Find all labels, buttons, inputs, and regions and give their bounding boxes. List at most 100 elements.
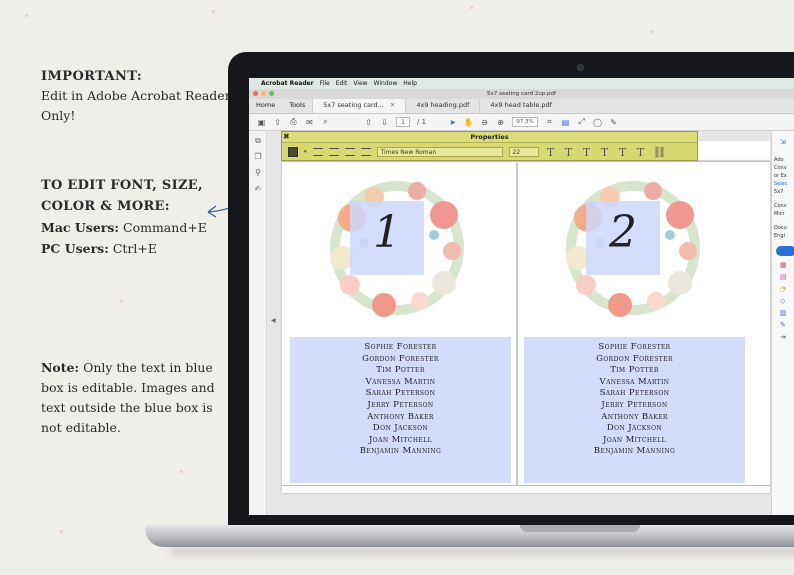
signature-icon[interactable]: ✍ (253, 184, 263, 194)
zoom-out-icon[interactable]: ⊖ (480, 118, 489, 127)
guest-name: Sarah Peterson (599, 388, 670, 399)
guest-name: Sarah Peterson (365, 388, 436, 399)
create-pdf-icon[interactable]: ▦ (780, 262, 789, 269)
menu-app-name[interactable]: Acrobat Reader (261, 80, 314, 87)
font-size-select[interactable]: 22 (508, 147, 539, 157)
fit-page-icon[interactable]: ▤ (561, 118, 570, 127)
highlight-icon[interactable]: ✎ (609, 118, 618, 127)
combine-files-icon[interactable]: ◇ (780, 298, 789, 305)
page-total: / 1 (417, 118, 427, 126)
guest-name: Gordon Forester (362, 353, 439, 364)
email-icon[interactable]: ✉ (305, 118, 314, 127)
guest-name: Joan Mitchell (368, 434, 433, 445)
zoom-in-icon[interactable]: ⊕ (496, 118, 505, 127)
pane-text: Docu (774, 225, 787, 231)
tab-document-1[interactable]: 5x7 seating card... ✕ (312, 98, 406, 113)
superscript-icon[interactable]: T (617, 146, 629, 159)
copy-icon[interactable]: ❐ (253, 152, 263, 162)
pane-text[interactable]: Micr (772, 210, 794, 218)
collapse-left-icon[interactable]: ◀ (271, 317, 276, 324)
underline-icon[interactable]: T (581, 146, 593, 159)
guest-name: Don Jackson (606, 423, 663, 434)
subscript-icon[interactable]: T (635, 146, 647, 159)
select-cursor-icon[interactable]: ➤ (448, 118, 457, 127)
paper-speck (470, 6, 473, 9)
organize-pages-icon[interactable]: ▥ (780, 310, 789, 317)
menu-file[interactable]: File (320, 80, 330, 87)
hand-tool-icon[interactable]: ✋ (464, 118, 474, 127)
page-thumbnails-icon[interactable]: ⧉ (253, 136, 263, 146)
next-page-icon[interactable]: ⇩ (380, 118, 389, 127)
table-number-box: 2 (586, 201, 660, 275)
comment-icon[interactable]: ◯ (593, 118, 602, 127)
align-center-icon[interactable] (328, 148, 339, 156)
align-left-icon[interactable] (312, 148, 323, 156)
font-family-select[interactable]: Times New Roman (376, 147, 503, 157)
menu-help[interactable]: Help (403, 80, 417, 87)
guest-name: Joan Mitchell (602, 434, 667, 445)
print-icon[interactable]: ⎙ (289, 117, 298, 127)
search-icon[interactable]: ⌕ (321, 117, 330, 127)
align-right-icon[interactable] (344, 148, 355, 156)
text-color-swatch[interactable] (288, 147, 298, 157)
edit-pdf-icon[interactable]: ▤ (780, 274, 789, 281)
zoom-window-button[interactable] (269, 91, 274, 96)
italic-icon[interactable]: T (563, 146, 575, 159)
guest-name: Sophie Forester (364, 342, 437, 352)
upload-icon[interactable]: ⇪ (273, 118, 282, 127)
tab-document-2[interactable]: 4x9 heading.pdf (405, 98, 479, 113)
pc-shortcut-line: PC Users: Ctrl+E (41, 238, 231, 259)
more-tools-icon[interactable]: ⇥ (780, 334, 789, 341)
properties-row: ▾ Times New Roman 22 T T T T T T ⛓ (282, 143, 697, 161)
page-number-input[interactable]: 1 (396, 117, 410, 127)
pane-text[interactable]: Selec (772, 180, 794, 188)
table-number: 1 (373, 207, 401, 258)
close-tab-icon[interactable]: ✕ (390, 101, 395, 109)
tab-document-3[interactable]: 4x9 head table.pdf (479, 98, 562, 113)
properties-titlebar[interactable]: ✖ Properties (282, 132, 697, 143)
tab-tools[interactable]: Tools (282, 101, 312, 113)
convert-button[interactable] (776, 246, 794, 256)
menu-edit[interactable]: Edit (336, 80, 348, 87)
window-title: 5x7 seating card 2up.pdf (487, 91, 556, 97)
menu-window[interactable]: Window (374, 80, 398, 87)
paper-speck (60, 530, 63, 533)
paper-speck (25, 14, 28, 17)
window-controls (253, 91, 274, 96)
guest-name: Gordon Forester (596, 353, 673, 364)
crop-icon[interactable]: ⌗ (545, 117, 554, 127)
guest-names-box[interactable]: Sophie Forester Gordon Forester Tim Pott… (290, 337, 511, 483)
full-screen-icon[interactable]: ⤢ (577, 117, 586, 127)
guest-names-box[interactable]: Sophie Forester Gordon Forester Tim Pott… (524, 337, 745, 483)
menu-view[interactable]: View (353, 80, 367, 87)
close-window-button[interactable] (253, 91, 258, 96)
pane-text: 5x7 (774, 189, 784, 195)
attachment-icon[interactable]: ⚲ (253, 168, 263, 178)
mac-shortcut: Command+E (123, 220, 207, 235)
link-icon[interactable]: ⛓ (653, 146, 667, 159)
paper-speck (212, 10, 215, 13)
laptop-base (145, 525, 794, 547)
comment-tool-icon[interactable]: ◔ (780, 286, 789, 293)
important-note: IMPORTANT: Edit in Adobe Acrobat Reader … (41, 67, 231, 126)
justify-icon[interactable] (360, 148, 371, 156)
main-toolbar: ▣ ⇪ ⎙ ✉ ⌕ ⇧ ⇩ 1 / 1 ➤ ✋ ⊖ ⊕ 97.3% ⌗ ▤ ⤢ … (249, 114, 794, 131)
save-icon[interactable]: ▣ (257, 118, 266, 127)
strikethrough-icon[interactable]: T (599, 146, 611, 159)
window-titlebar: 5x7 seating card 2up.pdf (249, 89, 794, 99)
paper-speck (650, 30, 653, 33)
previous-page-icon[interactable]: ⇧ (364, 118, 373, 127)
export-pdf-icon[interactable]: ⇲ (780, 139, 789, 146)
fill-sign-icon[interactable]: ✎ (780, 322, 789, 329)
tab-home[interactable]: Home (249, 101, 282, 113)
guest-name: Anthony Baker (367, 411, 434, 422)
pane-text: or Ex (774, 173, 787, 179)
pane-text[interactable]: Engl (772, 232, 794, 240)
minimize-window-button[interactable] (261, 91, 266, 96)
color-dropdown-icon[interactable]: ▾ (304, 149, 307, 155)
zoom-level-select[interactable]: 97.3% (512, 117, 539, 127)
properties-palette[interactable]: ✖ Properties ▾ Times New Roman 22 T T T … (281, 131, 698, 161)
text-style-icon[interactable]: T (545, 146, 557, 159)
tab-document-label: 4x9 heading.pdf (416, 101, 470, 109)
close-properties-icon[interactable]: ✖ (283, 132, 290, 142)
